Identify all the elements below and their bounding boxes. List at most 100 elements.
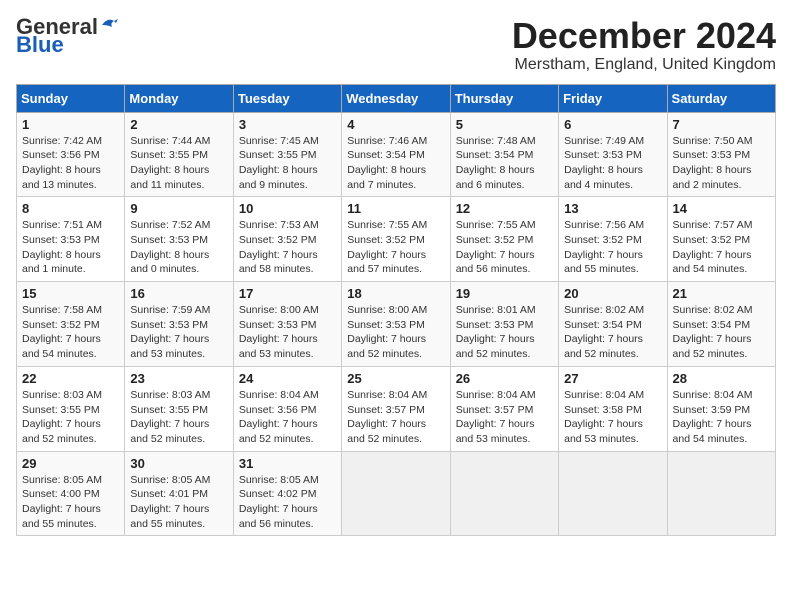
cell-info: Sunset: 3:54 PM xyxy=(564,318,661,333)
cell-info: Sunrise: 8:04 AM xyxy=(239,388,336,403)
cell-info: Sunset: 3:56 PM xyxy=(239,403,336,418)
cell-info: Sunrise: 8:05 AM xyxy=(239,473,336,488)
col-monday: Monday xyxy=(125,84,233,112)
calendar-cell: 3Sunrise: 7:45 AMSunset: 3:55 PMDaylight… xyxy=(233,112,341,197)
cell-info: Sunset: 3:56 PM xyxy=(22,148,119,163)
day-number: 15 xyxy=(22,286,119,301)
cell-info: Sunset: 3:52 PM xyxy=(673,233,770,248)
cell-info: Sunrise: 7:51 AM xyxy=(22,218,119,233)
col-wednesday: Wednesday xyxy=(342,84,450,112)
day-number: 29 xyxy=(22,456,119,471)
cell-info: Sunrise: 7:42 AM xyxy=(22,134,119,149)
day-number: 6 xyxy=(564,117,661,132)
day-number: 5 xyxy=(456,117,553,132)
cell-info: Daylight: 7 hours and 55 minutes. xyxy=(22,502,119,531)
day-number: 2 xyxy=(130,117,227,132)
day-number: 7 xyxy=(673,117,770,132)
cell-info: Sunrise: 8:05 AM xyxy=(130,473,227,488)
day-number: 23 xyxy=(130,371,227,386)
day-number: 31 xyxy=(239,456,336,471)
cell-info: Sunrise: 8:01 AM xyxy=(456,303,553,318)
calendar-cell: 21Sunrise: 8:02 AMSunset: 3:54 PMDayligh… xyxy=(667,282,775,367)
cell-info: Daylight: 7 hours and 52 minutes. xyxy=(673,332,770,361)
cell-info: Daylight: 8 hours and 9 minutes. xyxy=(239,163,336,192)
cell-info: Sunset: 3:53 PM xyxy=(673,148,770,163)
col-saturday: Saturday xyxy=(667,84,775,112)
calendar-cell xyxy=(342,451,450,536)
cell-info: Sunset: 3:55 PM xyxy=(130,148,227,163)
month-title: December 2024 xyxy=(512,16,776,56)
calendar-table: Sunday Monday Tuesday Wednesday Thursday… xyxy=(16,84,776,537)
cell-info: Daylight: 7 hours and 57 minutes. xyxy=(347,248,444,277)
cell-info: Sunset: 3:52 PM xyxy=(239,233,336,248)
cell-info: Daylight: 7 hours and 53 minutes. xyxy=(239,332,336,361)
cell-info: Sunset: 3:58 PM xyxy=(564,403,661,418)
cell-info: Sunrise: 7:53 AM xyxy=(239,218,336,233)
calendar-cell: 5 Sunrise: 7:48 AMSunset: 3:54 PMDaylight… xyxy=(450,112,558,197)
cell-info: Daylight: 7 hours and 52 minutes. xyxy=(347,417,444,446)
calendar-cell: 25Sunrise: 8:04 AMSunset: 3:57 PMDayligh… xyxy=(342,366,450,451)
calendar-cell: 10Sunrise: 7:53 AMSunset: 3:52 PMDayligh… xyxy=(233,197,341,282)
cell-info: Sunrise: 7:46 AM xyxy=(347,134,444,149)
day-number: 25 xyxy=(347,371,444,386)
page-header: General Blue December 2024 Merstham, Eng… xyxy=(16,16,776,74)
location-subtitle: Merstham, England, United Kingdom xyxy=(512,56,776,74)
cell-info: Sunrise: 8:02 AM xyxy=(564,303,661,318)
cell-info: Daylight: 7 hours and 56 minutes. xyxy=(456,248,553,277)
cell-info: Sunset: 3:59 PM xyxy=(673,403,770,418)
day-number: 12 xyxy=(456,201,553,216)
calendar-week-3: 15Sunrise: 7:58 AMSunset: 3:52 PMDayligh… xyxy=(17,282,776,367)
day-number: 20 xyxy=(564,286,661,301)
cell-info: Sunset: 4:00 PM xyxy=(22,487,119,502)
cell-info: Daylight: 7 hours and 58 minutes. xyxy=(239,248,336,277)
cell-info: Daylight: 8 hours and 2 minutes. xyxy=(673,163,770,192)
calendar-cell: 15 Sunrise: 7:58 AMSunset: 3:52 PMDayligh… xyxy=(17,282,125,367)
cell-info: Sunset: 4:01 PM xyxy=(130,487,227,502)
calendar-cell: 30Sunrise: 8:05 AMSunset: 4:01 PMDayligh… xyxy=(125,451,233,536)
calendar-cell: 26Sunrise: 8:04 AMSunset: 3:57 PMDayligh… xyxy=(450,366,558,451)
calendar-cell: 24Sunrise: 8:04 AMSunset: 3:56 PMDayligh… xyxy=(233,366,341,451)
cell-info: Daylight: 8 hours and 1 minute. xyxy=(22,248,119,277)
cell-info: Sunrise: 7:45 AM xyxy=(239,134,336,149)
cell-info: Sunset: 3:55 PM xyxy=(130,403,227,418)
cell-info: Sunset: 3:53 PM xyxy=(239,318,336,333)
cell-info: Daylight: 8 hours and 4 minutes. xyxy=(564,163,661,192)
cell-info: Daylight: 7 hours and 55 minutes. xyxy=(130,502,227,531)
cell-info: Sunset: 3:54 PM xyxy=(456,148,553,163)
calendar-cell: 14Sunrise: 7:57 AMSunset: 3:52 PMDayligh… xyxy=(667,197,775,282)
day-number: 1 xyxy=(22,117,119,132)
calendar-cell: 1 Sunrise: 7:42 AMSunset: 3:56 PMDaylight… xyxy=(17,112,125,197)
cell-info: Sunrise: 7:58 AM xyxy=(22,303,119,318)
logo: General Blue xyxy=(16,16,120,56)
calendar-cell: 12Sunrise: 7:55 AMSunset: 3:52 PMDayligh… xyxy=(450,197,558,282)
calendar-cell: 17Sunrise: 8:00 AMSunset: 3:53 PMDayligh… xyxy=(233,282,341,367)
cell-info: Sunset: 3:52 PM xyxy=(22,318,119,333)
cell-info: Sunrise: 7:50 AM xyxy=(673,134,770,149)
cell-info: Sunrise: 7:56 AM xyxy=(564,218,661,233)
cell-info: Sunrise: 7:55 AM xyxy=(456,218,553,233)
calendar-cell xyxy=(559,451,667,536)
cell-info: Sunrise: 8:05 AM xyxy=(22,473,119,488)
day-number: 11 xyxy=(347,201,444,216)
cell-info: Daylight: 7 hours and 54 minutes. xyxy=(22,332,119,361)
calendar-cell xyxy=(450,451,558,536)
cell-info: Sunrise: 7:48 AM xyxy=(456,134,553,149)
cell-info: Daylight: 8 hours and 13 minutes. xyxy=(22,163,119,192)
cell-info: Sunrise: 7:52 AM xyxy=(130,218,227,233)
calendar-cell: 19Sunrise: 8:01 AMSunset: 3:53 PMDayligh… xyxy=(450,282,558,367)
col-thursday: Thursday xyxy=(450,84,558,112)
cell-info: Daylight: 7 hours and 52 minutes. xyxy=(130,417,227,446)
calendar-cell: 11Sunrise: 7:55 AMSunset: 3:52 PMDayligh… xyxy=(342,197,450,282)
day-number: 14 xyxy=(673,201,770,216)
cell-info: Daylight: 8 hours and 6 minutes. xyxy=(456,163,553,192)
day-number: 3 xyxy=(239,117,336,132)
calendar-cell: 4Sunrise: 7:46 AMSunset: 3:54 PMDaylight… xyxy=(342,112,450,197)
calendar-cell: 9Sunrise: 7:52 AMSunset: 3:53 PMDaylight… xyxy=(125,197,233,282)
day-number: 21 xyxy=(673,286,770,301)
cell-info: Sunset: 3:54 PM xyxy=(347,148,444,163)
cell-info: Sunrise: 8:00 AM xyxy=(239,303,336,318)
cell-info: Sunset: 3:53 PM xyxy=(130,318,227,333)
cell-info: Sunset: 3:53 PM xyxy=(564,148,661,163)
cell-info: Daylight: 7 hours and 52 minutes. xyxy=(347,332,444,361)
day-number: 28 xyxy=(673,371,770,386)
